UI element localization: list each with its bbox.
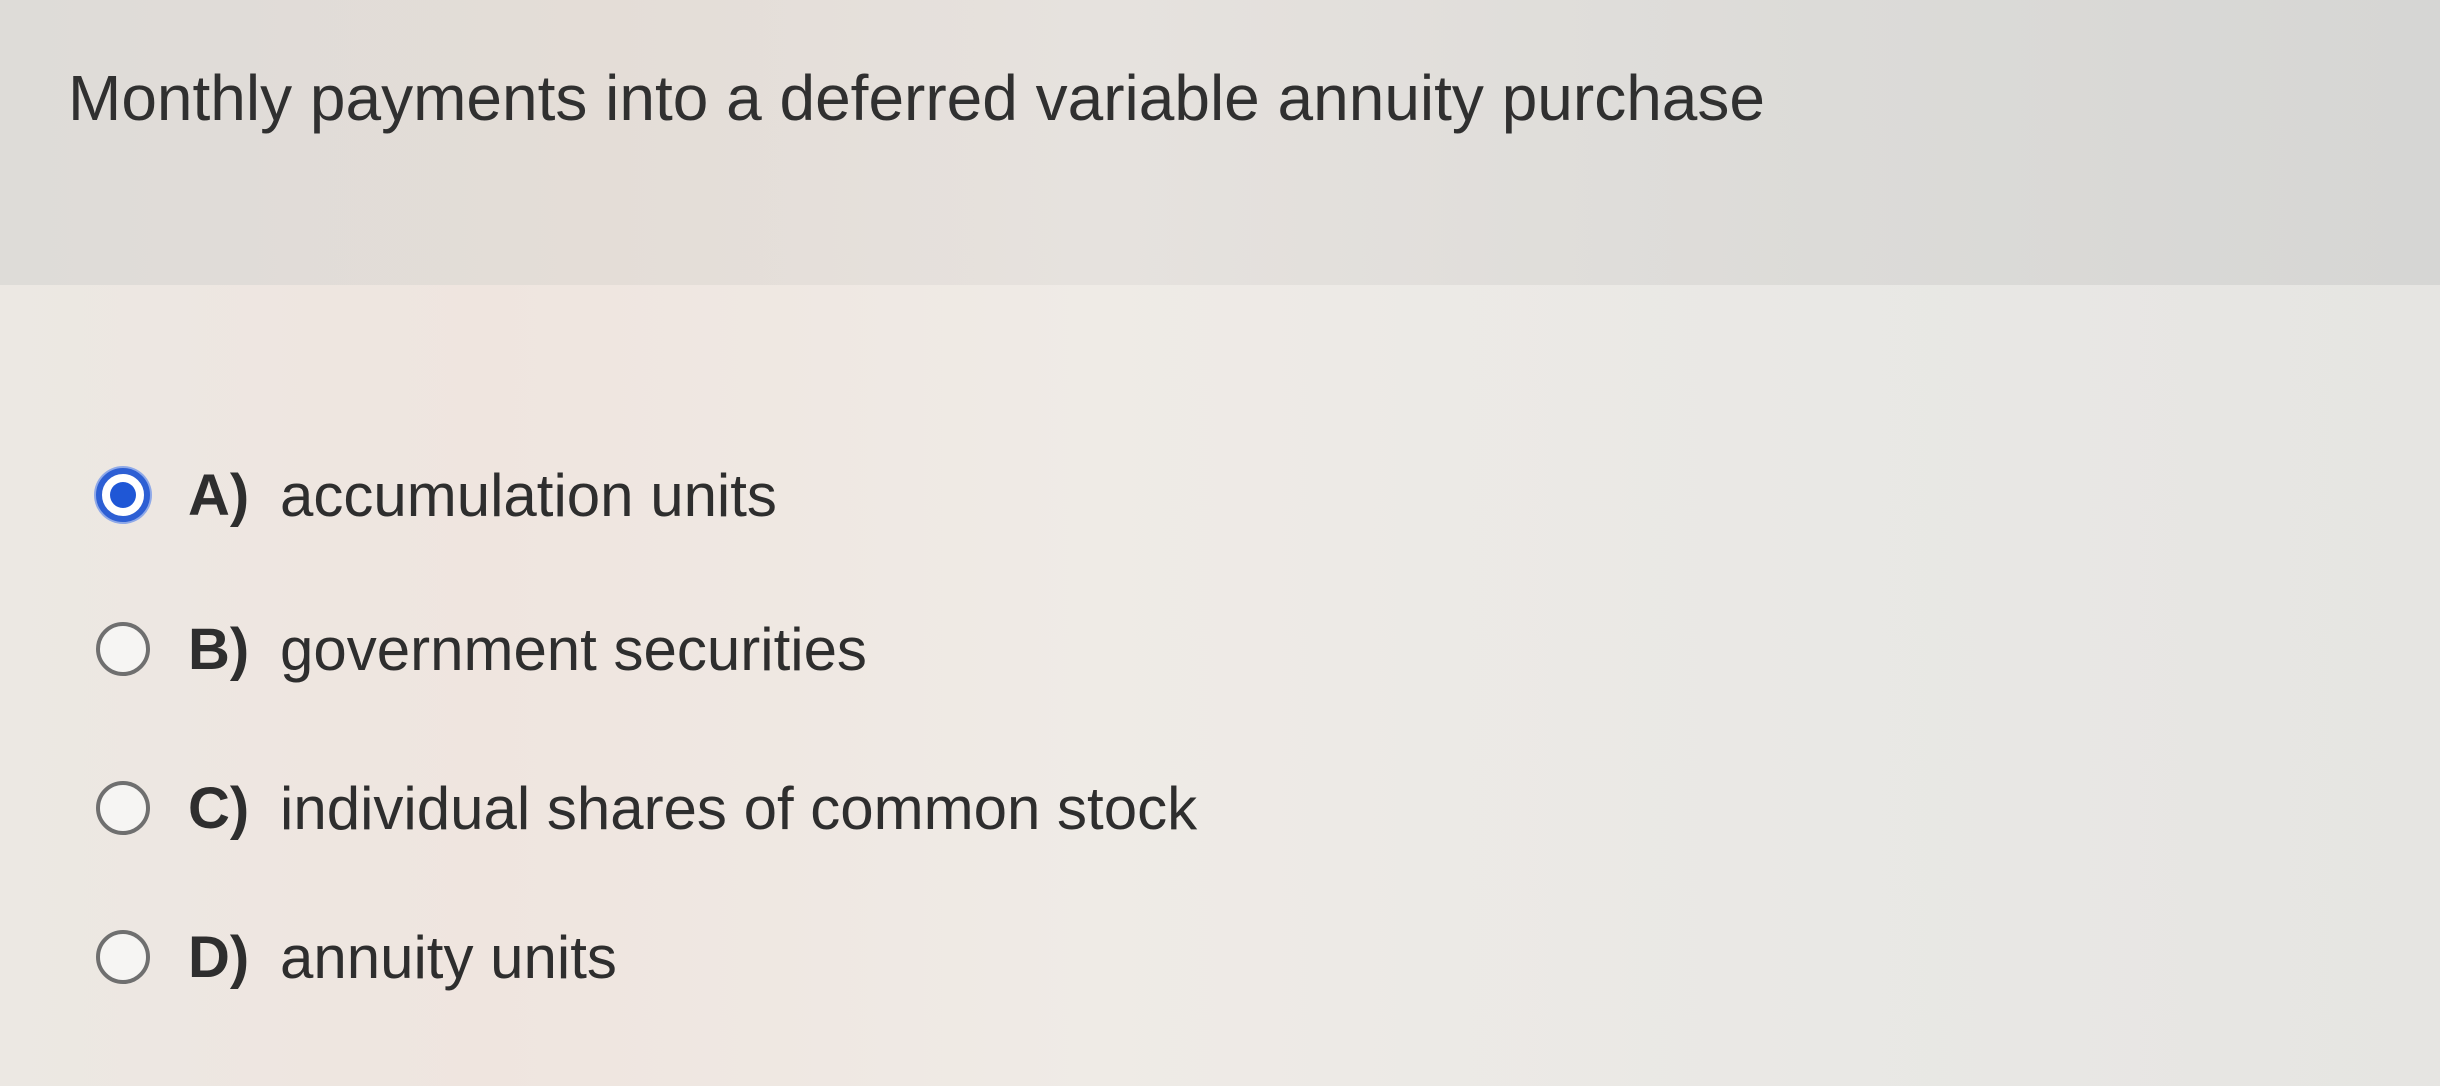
option-label: individual shares of common stock: [280, 774, 1198, 842]
radio-button-selected[interactable]: [96, 468, 150, 522]
option-letter: B): [188, 616, 250, 682]
option-a[interactable]: A) accumulation units: [96, 445, 777, 545]
radio-dot-icon: [110, 482, 136, 508]
option-letter: A): [188, 462, 250, 528]
option-label: annuity units: [280, 923, 617, 991]
option-letter: D): [188, 924, 250, 990]
answer-options: A) accumulation units B) government secu…: [0, 285, 2440, 1086]
option-c[interactable]: C) individual shares of common stock: [96, 758, 1197, 858]
question-panel: Monthly payments into a deferred variabl…: [0, 0, 2440, 285]
question-text: Monthly payments into a deferred variabl…: [68, 62, 1765, 134]
radio-button[interactable]: [96, 930, 150, 984]
option-b[interactable]: B) government securities: [96, 599, 867, 699]
radio-button[interactable]: [96, 781, 150, 835]
option-d[interactable]: D) annuity units: [96, 907, 617, 1007]
option-label: government securities: [280, 615, 867, 683]
option-label: accumulation units: [280, 461, 777, 529]
option-letter: C): [188, 775, 250, 841]
radio-button[interactable]: [96, 622, 150, 676]
